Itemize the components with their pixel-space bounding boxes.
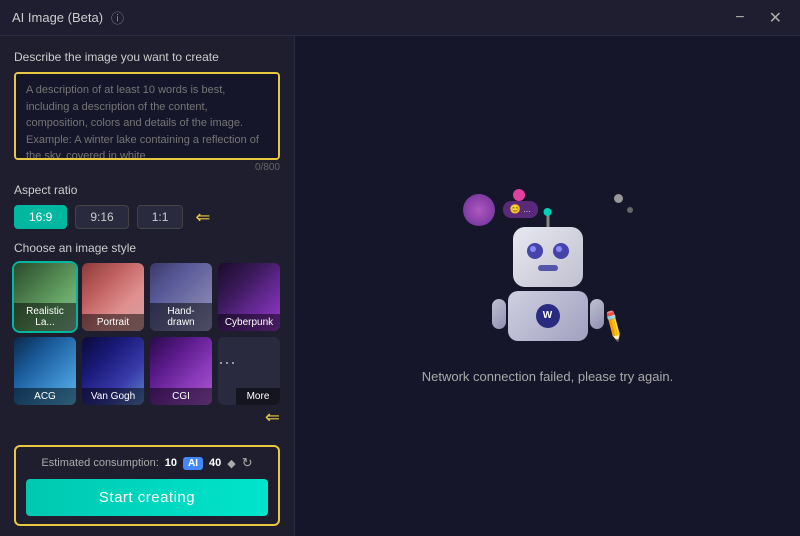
consumption-label: Estimated consumption:	[41, 457, 158, 469]
style-label-acg: ACG	[14, 388, 76, 405]
style-item-more[interactable]: ··· More	[218, 337, 280, 405]
title-bar: AI Image (Beta) ⓘ − ✕	[0, 0, 800, 36]
aspect-arrow-icon: ⇐	[195, 207, 210, 228]
aspect-btn-1-1[interactable]: 1:1	[137, 205, 184, 229]
style-item-cyberpunk[interactable]: Cyberpunk	[218, 263, 280, 331]
style-item-realistic[interactable]: Realistic La...	[14, 263, 76, 331]
robot-eye-right	[553, 243, 569, 259]
aspect-buttons: 16:9 9:16 1:1 ⇐	[14, 205, 280, 229]
credits-num: 40	[209, 457, 221, 469]
style-item-vangogh[interactable]: Van Gogh	[82, 337, 144, 405]
robot-arm-right	[590, 299, 604, 329]
orb-pink	[513, 189, 525, 201]
consumption-value: 10	[165, 457, 177, 469]
robot-eye-left	[527, 243, 543, 259]
robot-mouth	[538, 265, 558, 271]
image-style-section: Choose an image style Realistic La... Po…	[14, 241, 280, 428]
robot-illustration: 😊 ... W	[448, 189, 648, 349]
style-grid: Realistic La... Portrait Hand-drawn Cybe…	[14, 263, 280, 405]
description-label: Describe the image you want to create	[14, 50, 280, 64]
style-label-cyberpunk: Cyberpunk	[218, 314, 280, 331]
style-item-portrait[interactable]: Portrait	[82, 263, 144, 331]
tiny-orb	[627, 207, 633, 213]
style-label-realistic: Realistic La...	[14, 303, 76, 331]
start-creating-button[interactable]: Start creating	[26, 479, 268, 516]
style-label-vangogh: Van Gogh	[82, 388, 144, 405]
style-label-portrait: Portrait	[82, 314, 144, 331]
speech-bubble: 😊 ...	[503, 201, 538, 218]
style-arrow-row: ⇐	[14, 407, 280, 428]
robot-logo: W	[536, 304, 560, 328]
more-dots-icon: ···	[218, 337, 236, 405]
minimize-button[interactable]: −	[729, 7, 750, 29]
robot-antenna	[546, 213, 549, 227]
style-item-cgi[interactable]: CGI	[150, 337, 212, 405]
app-title: AI Image (Beta)	[12, 10, 103, 25]
refresh-icon[interactable]: ↻	[242, 455, 253, 471]
robot-torso: W	[508, 291, 588, 341]
left-panel: Describe the image you want to create 0/…	[0, 36, 295, 536]
title-bar-left: AI Image (Beta) ⓘ	[12, 8, 124, 27]
close-button[interactable]: ✕	[763, 6, 788, 30]
ai-badge: AI	[183, 457, 203, 470]
diamond-icon: ◆	[227, 457, 235, 470]
aspect-ratio-section: Aspect ratio 16:9 9:16 1:1 ⇐	[14, 183, 280, 229]
window-controls: − ✕	[729, 6, 788, 30]
robot-eyes	[527, 243, 569, 259]
style-item-acg[interactable]: ACG	[14, 337, 76, 405]
style-label: Choose an image style	[14, 241, 280, 255]
orb-purple	[463, 194, 495, 226]
style-arrow-icon: ⇐	[265, 407, 280, 428]
bottom-section: Estimated consumption: 10 AI 40 ◆ ↻ Star…	[14, 445, 280, 526]
aspect-btn-9-16[interactable]: 9:16	[75, 205, 128, 229]
style-label-cgi: CGI	[150, 388, 212, 405]
error-message: Network connection failed, please try ag…	[422, 369, 673, 384]
description-textarea[interactable]	[14, 72, 280, 160]
small-orb	[614, 194, 623, 203]
consumption-row: Estimated consumption: 10 AI 40 ◆ ↻	[26, 455, 268, 471]
info-icon[interactable]: ⓘ	[111, 8, 124, 27]
style-item-handdrawn[interactable]: Hand-drawn	[150, 263, 212, 331]
char-count: 0/800	[14, 162, 280, 173]
right-panel: 😊 ... W	[295, 36, 800, 536]
robot-body: W	[508, 227, 588, 341]
aspect-btn-16-9[interactable]: 16:9	[14, 205, 67, 229]
robot-arm-left	[492, 299, 506, 329]
style-label-handdrawn: Hand-drawn	[150, 303, 212, 331]
robot-face	[527, 243, 569, 271]
style-label-more: More	[236, 388, 280, 405]
main-container: Describe the image you want to create 0/…	[0, 36, 800, 536]
robot-head	[513, 227, 583, 287]
aspect-ratio-label: Aspect ratio	[14, 183, 280, 197]
